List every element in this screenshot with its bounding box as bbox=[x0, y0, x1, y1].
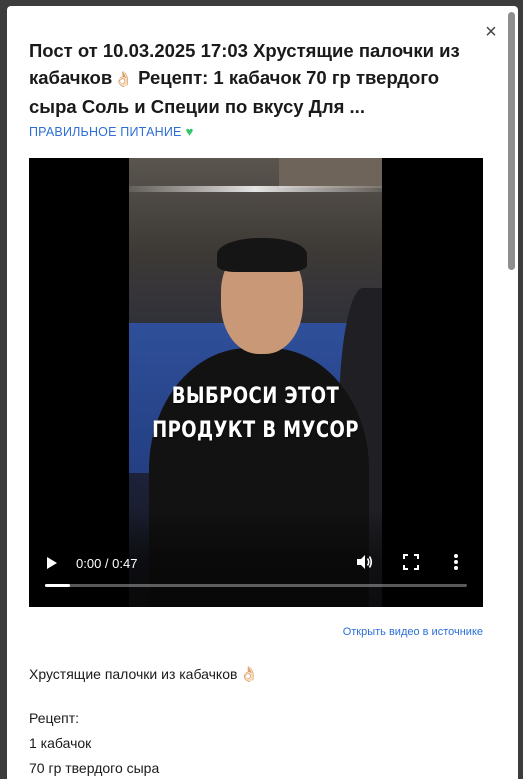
post-title: Пост от 10.03.2025 17:03 Хрустящие палоч… bbox=[29, 37, 481, 120]
scrollbar[interactable] bbox=[507, 12, 516, 779]
body-line: Рецепт: bbox=[29, 710, 80, 726]
body-line-text: Хрустящие палочки из кабачков bbox=[29, 666, 238, 682]
video-controls: 0:00 / 0:47 bbox=[29, 508, 483, 607]
ok-hand-icon: 👌🏻 bbox=[239, 666, 259, 683]
more-vertical-icon[interactable] bbox=[453, 553, 459, 571]
video-bg-shelf bbox=[279, 158, 382, 188]
play-icon[interactable] bbox=[47, 557, 57, 569]
ok-hand-icon: 👌🏻 bbox=[114, 71, 133, 88]
body-line: Хрустящие палочки из кабачков 👌🏻 bbox=[29, 662, 483, 687]
video-caption-line1: ВЫБРОСИ ЭТОТ bbox=[171, 384, 340, 409]
video-player[interactable]: ВЫБРОСИ ЭТОТ ПРОДУКТ В МУСОР 0:00 / 0:47 bbox=[29, 158, 483, 607]
video-person-hair bbox=[217, 238, 307, 272]
category-link[interactable]: ПРАВИЛЬНОЕ ПИТАНИЕ ♥ bbox=[29, 124, 194, 139]
body-line: 1 кабачок bbox=[29, 735, 92, 751]
volume-icon[interactable] bbox=[355, 553, 373, 571]
category-label: ПРАВИЛЬНОЕ ПИТАНИЕ bbox=[29, 125, 182, 139]
body-line: 70 гр твердого сыра bbox=[29, 760, 160, 776]
video-caption: ВЫБРОСИ ЭТОТ ПРОДУКТ В МУСОР bbox=[152, 380, 359, 448]
video-time: 0:00 / 0:47 bbox=[76, 556, 138, 571]
green-heart-icon: ♥ bbox=[185, 124, 194, 139]
video-caption-line2: ПРОДУКТ В МУСОР bbox=[152, 418, 359, 443]
open-source-video-link[interactable]: Открыть видео в источнике bbox=[29, 626, 483, 638]
video-bg-light bbox=[129, 186, 382, 192]
post-body: Хрустящие палочки из кабачков 👌🏻 Рецепт: … bbox=[29, 662, 483, 779]
video-progress-bar[interactable] bbox=[45, 584, 467, 587]
fullscreen-icon[interactable] bbox=[403, 554, 419, 570]
scrollbar-thumb[interactable] bbox=[508, 12, 515, 270]
video-progress-fill bbox=[45, 584, 71, 587]
post-modal: × Пост от 10.03.2025 17:03 Хрустящие пал… bbox=[7, 6, 518, 779]
close-icon[interactable]: × bbox=[482, 22, 500, 42]
